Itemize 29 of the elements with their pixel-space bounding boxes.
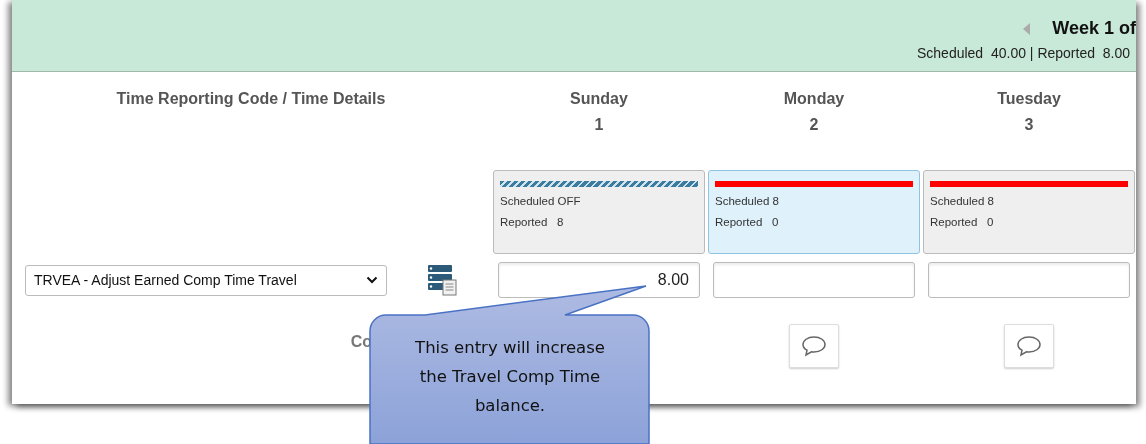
day-date: 1 xyxy=(594,116,604,134)
server-list-icon[interactable] xyxy=(427,264,457,296)
day-name: Monday xyxy=(783,90,845,108)
reported-text: Reported 0 xyxy=(715,216,780,228)
hours-input[interactable] xyxy=(928,262,1130,298)
scheduled-text: Scheduled 8 xyxy=(930,195,995,207)
day-date: 2 xyxy=(809,116,819,134)
comment-button[interactable] xyxy=(789,324,839,368)
day-name: Tuesday xyxy=(997,90,1061,108)
reported-text: Reported 8 xyxy=(500,216,565,228)
scheduled-text: Scheduled OFF xyxy=(500,195,582,207)
day-name: Sunday xyxy=(570,90,628,108)
day-date: 3 xyxy=(1024,116,1034,134)
scheduled-text: Scheduled 8 xyxy=(715,195,780,207)
chevron-down-icon[interactable] xyxy=(366,276,378,284)
time-reporting-code-select[interactable]: TRVEA - Adjust Earned Comp Time Travel xyxy=(25,264,387,296)
hours-summary: Scheduled 40.00 | Reported 8.00 xyxy=(917,45,1131,61)
column-heading: Time Reporting Code / Time Details xyxy=(116,90,386,108)
week-label: Week 1 of xyxy=(1052,18,1136,39)
reported-text: Reported 0 xyxy=(930,216,995,228)
day-summary-card[interactable]: Scheduled OFF Reported 8 xyxy=(493,170,705,254)
day-summary-card[interactable]: Scheduled 8 Reported 0 xyxy=(923,170,1135,254)
day-summary-card[interactable]: Scheduled 8 Reported 0 xyxy=(708,170,920,254)
speech-bubble-icon xyxy=(1016,335,1042,357)
hours-input[interactable] xyxy=(713,262,915,298)
hours-input[interactable]: 8.00 xyxy=(498,262,700,298)
speech-bubble-icon xyxy=(801,335,827,357)
callout-text: This entry will increase the Travel Comp Time balance. xyxy=(414,337,606,417)
comment-button[interactable] xyxy=(1004,324,1054,368)
